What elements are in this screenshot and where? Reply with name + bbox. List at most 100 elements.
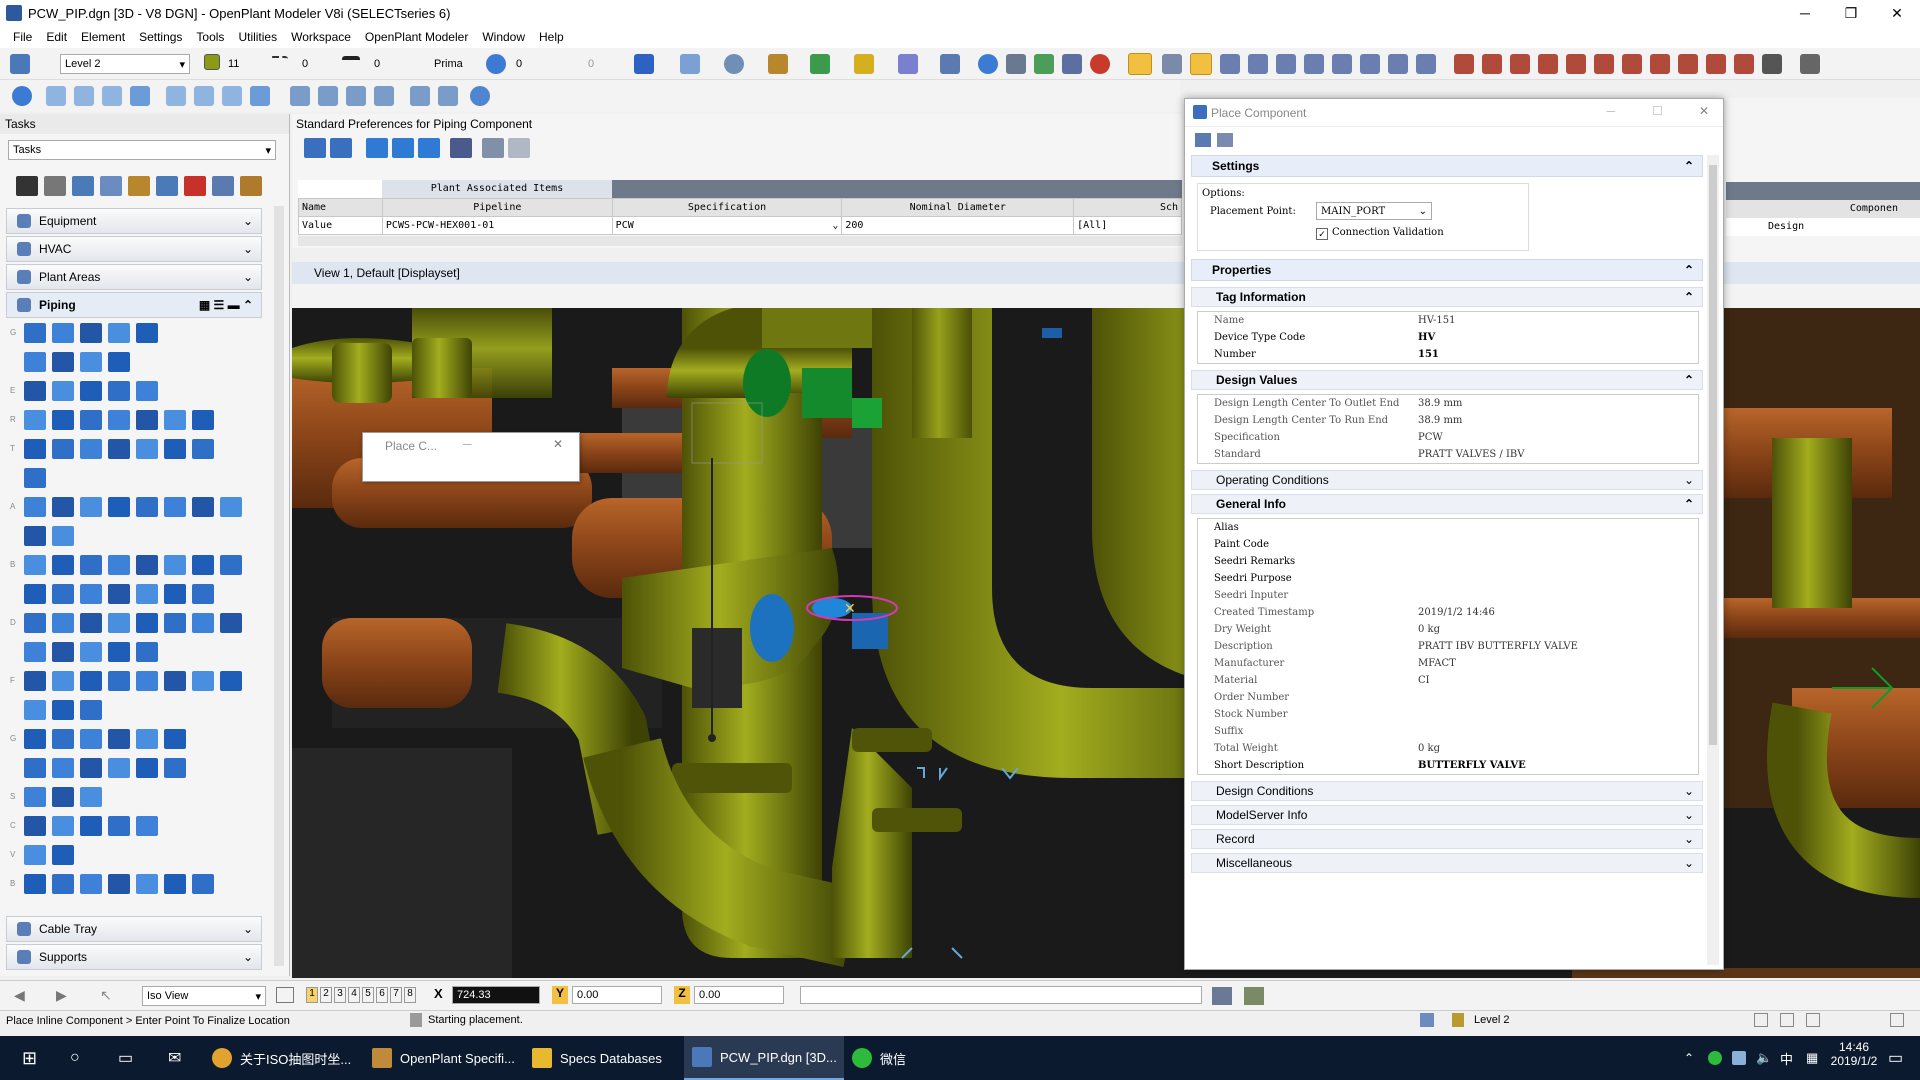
piping-component-icon[interactable] xyxy=(108,380,130,401)
close-button[interactable]: ✕ xyxy=(1874,0,1920,26)
dim9-icon[interactable] xyxy=(1678,54,1698,74)
tool-icon[interactable] xyxy=(1034,54,1054,74)
menu-help[interactable]: Help xyxy=(539,30,564,44)
piping-component-icon[interactable] xyxy=(136,438,158,459)
info-status-icon[interactable] xyxy=(1890,1013,1904,1027)
gi-row[interactable]: Order Number xyxy=(1198,689,1698,706)
design-status-icon[interactable] xyxy=(1806,1013,1820,1027)
view-iso2-icon[interactable] xyxy=(250,86,270,106)
piping-component-icon[interactable] xyxy=(164,496,186,517)
gi-value[interactable]: MFACT xyxy=(1414,658,1698,669)
piping-component-icon[interactable] xyxy=(192,670,214,691)
task-view-icon[interactable]: ▭ xyxy=(110,1036,133,1080)
search-icon[interactable]: ○ xyxy=(62,1036,80,1080)
piping-component-icon[interactable] xyxy=(164,612,186,633)
taskbar-item-specifications[interactable]: OpenPlant Specifi... xyxy=(364,1036,524,1080)
info-icon[interactable] xyxy=(978,54,998,74)
gi-row[interactable]: Alias xyxy=(1198,519,1698,536)
piping-component-icon[interactable] xyxy=(192,438,214,459)
tasks-dropdown[interactable]: Tasks ▾ xyxy=(8,140,276,160)
notification-icon[interactable]: ▭ xyxy=(1880,1036,1903,1080)
taskbar-clock[interactable]: 14:46 2019/1/2 xyxy=(1826,1040,1882,1068)
piping-component-icon[interactable] xyxy=(52,525,74,546)
piping-component-icon[interactable] xyxy=(24,873,46,894)
piping-component-icon[interactable] xyxy=(164,728,186,749)
piping-component-icon[interactable] xyxy=(80,641,102,662)
line-style-icon[interactable] xyxy=(270,56,288,70)
piping-component-icon[interactable] xyxy=(24,525,46,546)
menu-utilities[interactable]: Utilities xyxy=(238,30,277,44)
view-right-icon[interactable] xyxy=(102,86,122,106)
piping-component-icon[interactable] xyxy=(136,612,158,633)
tasks-scrollbar[interactable] xyxy=(274,206,284,966)
place-dialog-close-icon[interactable]: ✕ xyxy=(1699,104,1709,118)
tag-value[interactable]: HV-151 xyxy=(1414,315,1698,326)
piping-component-icon[interactable] xyxy=(24,786,46,807)
report-icon[interactable] xyxy=(240,176,262,196)
tray-app-icon[interactable]: ▦ xyxy=(1798,1036,1818,1080)
dv-value[interactable]: 38.9 mm xyxy=(1414,398,1698,409)
piping-component-icon[interactable] xyxy=(80,380,102,401)
piping-component-icon[interactable] xyxy=(24,699,46,720)
category-plant-areas[interactable]: Plant Areas ⌄ xyxy=(6,264,262,290)
piping-component-icon[interactable] xyxy=(80,873,102,894)
category-supports[interactable]: Supports ⌄ xyxy=(6,944,262,970)
view-1-button[interactable]: 1 xyxy=(306,987,318,1003)
prefs-scrollbar[interactable] xyxy=(298,236,1182,246)
origin-icon[interactable] xyxy=(1276,54,1296,74)
piping-component-icon[interactable] xyxy=(164,554,186,575)
maximize-button[interactable]: ❐ xyxy=(1828,0,1874,26)
view-front-icon[interactable] xyxy=(74,86,94,106)
piping-component-icon[interactable] xyxy=(136,583,158,604)
piping-component-icon[interactable] xyxy=(220,670,242,691)
place-dialog-max-icon[interactable]: ☐ xyxy=(1652,104,1663,118)
level-manager-icon[interactable] xyxy=(10,54,30,74)
piping-component-icon[interactable] xyxy=(108,496,130,517)
category-hvac[interactable]: HVAC ⌄ xyxy=(6,236,262,262)
perpendicular-icon[interactable] xyxy=(1388,54,1408,74)
key-in-field[interactable] xyxy=(800,986,1202,1004)
dialog-tools-icon[interactable] xyxy=(1217,133,1233,147)
sync-status-icon[interactable] xyxy=(1780,1013,1794,1027)
piping-component-icon[interactable] xyxy=(52,380,74,401)
prima-label[interactable]: Prima xyxy=(434,58,463,70)
fence-select-icon[interactable] xyxy=(44,176,66,196)
snap-icon[interactable] xyxy=(898,54,918,74)
delete-icon[interactable] xyxy=(184,176,206,196)
dv-row[interactable]: Standard PRATT VALVES / IBV xyxy=(1198,446,1698,463)
gi-row[interactable]: Seedri Purpose xyxy=(1198,570,1698,587)
piping-component-icon[interactable] xyxy=(108,641,130,662)
minimize-button[interactable]: ─ xyxy=(1782,0,1828,26)
snap2-icon[interactable] xyxy=(1162,54,1182,74)
prefs-sch-value[interactable]: [All] xyxy=(1073,216,1182,235)
gi-value[interactable]: BUTTERFLY VALVE xyxy=(1414,760,1698,771)
menu-edit[interactable]: Edit xyxy=(46,30,67,44)
piping-component-icon[interactable] xyxy=(24,438,46,459)
prefs-pipeline-value[interactable]: PCWS-PCW-HEX001-01 xyxy=(381,216,613,235)
placement-point-dropdown[interactable]: MAIN_PORT ⌄ xyxy=(1316,202,1432,220)
more-icon[interactable] xyxy=(1800,54,1820,74)
table-icon[interactable] xyxy=(438,86,458,106)
keyin2-icon[interactable] xyxy=(1244,987,1264,1005)
piping-component-icon[interactable] xyxy=(136,322,158,343)
prefs-open-icon[interactable] xyxy=(304,138,326,158)
piping-component-icon[interactable] xyxy=(136,641,158,662)
dim4-icon[interactable] xyxy=(1538,54,1558,74)
taskbar-item-chrome[interactable]: 关于ISO抽图时坐... xyxy=(204,1036,364,1080)
piping-component-icon[interactable] xyxy=(164,670,186,691)
gi-row[interactable]: Paint Code xyxy=(1198,536,1698,553)
gi-row[interactable]: Created Timestamp 2019/1/2 14:46 xyxy=(1198,604,1698,621)
intersection-icon[interactable] xyxy=(1332,54,1352,74)
piping-component-icon[interactable] xyxy=(24,815,46,836)
dim5-icon[interactable] xyxy=(1566,54,1586,74)
view-group-icon[interactable] xyxy=(276,987,294,1003)
piping-component-icon[interactable] xyxy=(80,757,102,778)
lock-icon[interactable] xyxy=(1452,1013,1464,1027)
forward-icon[interactable]: ▶ xyxy=(56,987,67,1004)
piping-component-icon[interactable] xyxy=(108,815,130,836)
tray-chevron-icon[interactable]: ⌃ xyxy=(1676,1036,1694,1080)
piping-component-icon[interactable] xyxy=(24,380,46,401)
copy-icon[interactable] xyxy=(156,176,178,196)
piping-component-icon[interactable] xyxy=(80,351,102,372)
dim11-icon[interactable] xyxy=(1734,54,1754,74)
